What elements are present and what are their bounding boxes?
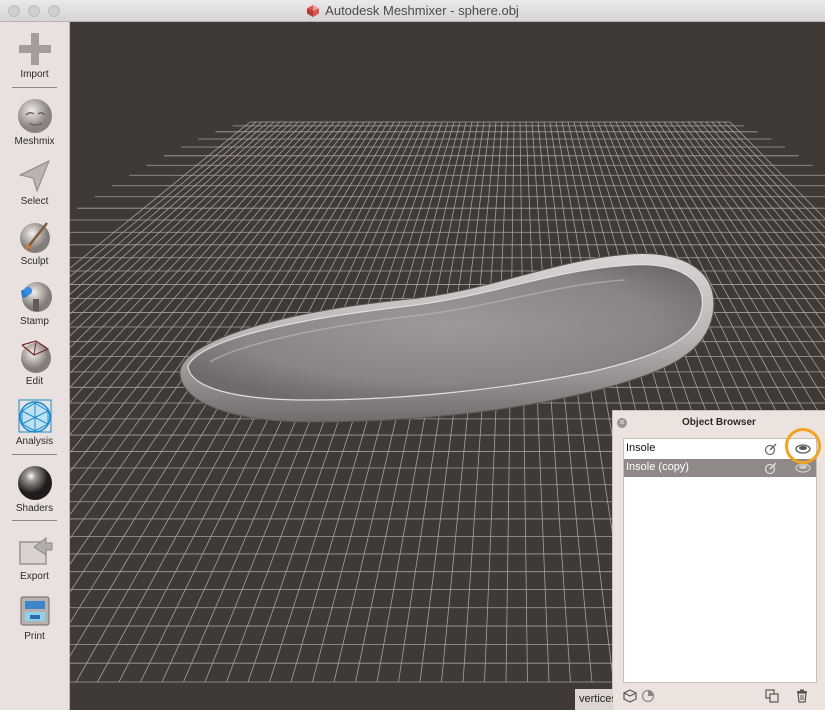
export-tool[interactable]: Export	[0, 532, 69, 582]
import-tool[interactable]: Import	[0, 30, 69, 80]
meshmixer-app-icon	[307, 4, 320, 17]
sculpt-tool[interactable]: Sculpt	[0, 217, 69, 267]
select-arrow-icon	[18, 159, 50, 193]
stamp-label: Stamp	[20, 316, 49, 327]
status-readout: vertices	[575, 689, 613, 710]
select-tool[interactable]: Select	[0, 157, 69, 207]
edit-tool[interactable]: Edit	[0, 337, 69, 387]
visibility-highlight-ring	[785, 428, 821, 464]
select-label: Select	[20, 196, 49, 207]
print-icon	[20, 596, 49, 626]
window-title: Autodesk Meshmixer - sphere.obj	[325, 3, 519, 18]
duplicate-icon[interactable]	[765, 689, 779, 703]
analysis-icon	[18, 399, 51, 433]
shaders-tool[interactable]: Shaders	[0, 464, 69, 514]
print-tool[interactable]: Print	[0, 592, 69, 642]
plus-icon	[18, 33, 51, 65]
cube-icon[interactable]	[623, 689, 637, 703]
insole-model[interactable]	[179, 253, 715, 423]
analysis-tool[interactable]: Analysis	[0, 397, 69, 447]
toolbar-divider	[12, 520, 57, 521]
edit-object-icon[interactable]	[764, 461, 778, 475]
trash-icon[interactable]	[795, 689, 809, 703]
object-name: Insole (copy)	[626, 461, 689, 473]
meshmix-label: Meshmix	[14, 136, 55, 147]
meshmix-head-icon	[17, 99, 52, 133]
analysis-label: Analysis	[15, 436, 54, 447]
object-browser-title: Object Browser	[682, 417, 756, 428]
export-icon	[18, 537, 52, 565]
object-name: Insole	[626, 442, 656, 454]
toolbar-divider	[12, 87, 57, 88]
edit-label: Edit	[25, 376, 44, 387]
meshmix-tool[interactable]: Meshmix	[0, 97, 69, 147]
import-label: Import	[20, 69, 49, 80]
shaders-sphere-icon	[17, 466, 52, 500]
export-label: Export	[20, 571, 49, 582]
pie-icon[interactable]	[641, 689, 655, 703]
edit-object-icon[interactable]	[764, 442, 778, 456]
sculpt-label: Sculpt	[20, 256, 49, 267]
sculpt-brush-icon	[19, 222, 50, 253]
main-toolbar: Import Meshmix Select Sculpt Stamp Edit …	[0, 22, 70, 710]
toolbar-divider	[12, 454, 57, 455]
stamp-tool[interactable]: Stamp	[0, 277, 69, 327]
object-row-selected[interactable]: Insole (copy)	[624, 459, 816, 477]
object-list: Insole Insole (copy)	[623, 438, 817, 683]
print-label: Print	[24, 631, 45, 642]
edit-icon	[20, 340, 51, 373]
title-bar: Autodesk Meshmixer - sphere.obj	[0, 0, 825, 22]
shaders-label: Shaders	[15, 503, 54, 514]
stamp-icon	[20, 282, 52, 312]
